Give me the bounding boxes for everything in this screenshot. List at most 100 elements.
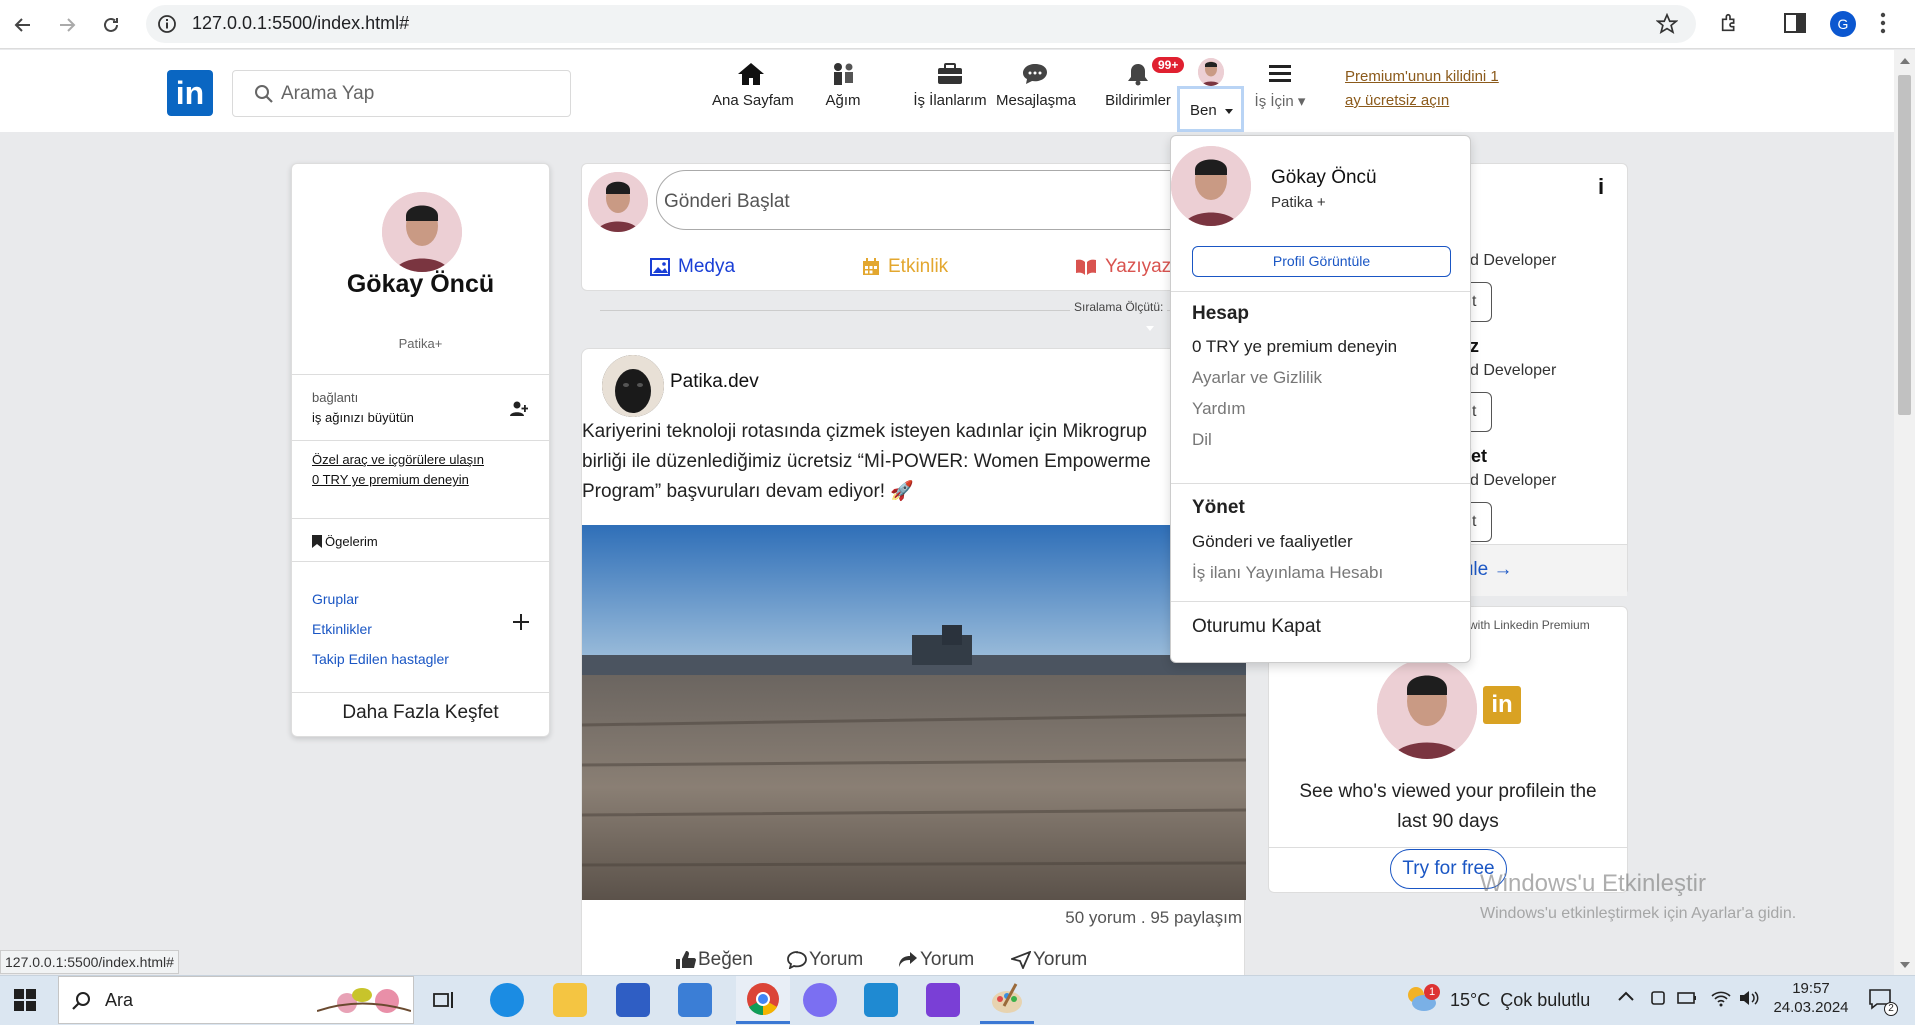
bootstrap-studio-icon[interactable] <box>926 983 960 1017</box>
post-author-name[interactable]: Patika.dev <box>670 371 759 393</box>
nav-jobs[interactable]: İş İlanlarım <box>892 62 1008 109</box>
nav-messaging[interactable]: Mesajlaşma <box>996 62 1076 109</box>
browser-profile-avatar[interactable]: G <box>1830 11 1856 37</box>
paint-icon <box>992 983 1022 1013</box>
clock[interactable]: 19:57 24.03.2024 <box>1771 980 1851 1016</box>
post-author-avatar[interactable] <box>602 355 664 417</box>
profile-name[interactable]: Gökay Öncü <box>292 270 549 299</box>
menu-item-help[interactable]: Yardım <box>1192 399 1246 419</box>
sign-out-button[interactable]: Oturumu Kapat <box>1192 616 1321 638</box>
wifi-icon[interactable] <box>1710 989 1732 1007</box>
weather-text[interactable]: 15°C Çok bulutlu <box>1450 990 1590 1011</box>
post-image[interactable] <box>582 525 1246 900</box>
manage-heading: Yönet <box>1192 497 1245 518</box>
page-scrollbar[interactable] <box>1894 50 1915 975</box>
menu-item-job-posting-account[interactable]: İş ilanı Yayınlama Hesabı <box>1192 563 1383 583</box>
nav-business[interactable]: İş İçin ▾ <box>1250 62 1310 110</box>
microsoft-store-icon[interactable] <box>616 983 650 1017</box>
premium-tools-link[interactable]: Özel araç ve içgörülere ulaşın <box>312 452 484 467</box>
reload-icon[interactable] <box>96 10 126 40</box>
like-button[interactable]: Beğen <box>676 949 753 971</box>
promo-avatar <box>1377 659 1477 759</box>
calendar-icon <box>863 258 879 275</box>
suggestion-role-3: d Developer <box>1470 472 1557 489</box>
plus-icon[interactable] <box>513 614 529 630</box>
back-icon[interactable] <box>8 10 38 40</box>
nav-network-label: Ağım <box>825 92 861 109</box>
vscode-icon[interactable] <box>864 983 898 1017</box>
start-post-placeholder: Gönderi Başlat <box>664 191 790 212</box>
events-link[interactable]: Etkinlikler <box>312 621 372 637</box>
menu-item-premium-trial[interactable]: 0 TRY ye premium deneyin <box>1192 337 1397 357</box>
premium-trial-link[interactable]: Premium'unun kilidini 1 ay ücretsiz açın <box>1345 65 1515 113</box>
url-text: 127.0.0.1:5500/index.html# <box>192 13 410 33</box>
extensions-icon[interactable] <box>1719 12 1741 34</box>
saved-items-link[interactable]: Ögelerim <box>312 534 378 549</box>
bookmark-star-icon[interactable] <box>1656 13 1678 35</box>
sort-by-label[interactable]: Sıralama Ölçütü: <box>1070 300 1168 314</box>
scrollbar-thumb[interactable] <box>1898 75 1911 415</box>
activation-watermark-title: Windows'u Etkinleştir <box>1480 870 1706 897</box>
promo-text: See who's viewed your profilein the last… <box>1269 777 1627 837</box>
task-view-icon[interactable] <box>432 988 456 1012</box>
taskbar-search-placeholder: Ara <box>105 990 134 1010</box>
me-menu-button[interactable]: Ben <box>1177 86 1244 132</box>
site-info-icon[interactable] <box>157 14 177 34</box>
taskbar-search-box[interactable]: Ara <box>58 976 414 1024</box>
nav-network[interactable]: Ağım <box>818 62 868 109</box>
share-button[interactable]: Yorum <box>898 949 974 971</box>
info-icon[interactable]: i <box>1598 174 1604 200</box>
menu-item-language[interactable]: Dil <box>1192 430 1212 450</box>
briefcase-icon <box>938 63 962 84</box>
nav-avatar[interactable] <box>1198 58 1224 86</box>
share-icon <box>899 952 917 967</box>
scroll-down-icon[interactable] <box>1900 962 1910 968</box>
paint-taskbar-button[interactable] <box>980 976 1034 1024</box>
battery-icon[interactable] <box>1676 989 1698 1007</box>
hashtags-link[interactable]: Takip Edilen hastagler <box>312 651 449 667</box>
start-post-input[interactable]: Gönderi Başlat <box>656 170 1256 230</box>
event-button[interactable]: Etkinlik <box>862 256 948 278</box>
copilot-icon[interactable] <box>803 983 837 1017</box>
view-profile-button[interactable]: Profil Görüntüle <box>1192 246 1451 277</box>
suggestion-role-1: d Developer <box>1470 252 1557 269</box>
send-button[interactable]: Yorum <box>1011 949 1087 971</box>
search-placeholder: Arama Yap <box>281 83 375 104</box>
follow-button-3-label: t <box>1472 513 1477 530</box>
discover-more-button[interactable]: Daha Fazla Keşfet <box>292 702 549 724</box>
grow-network-link[interactable]: iş ağınızı büyütün <box>312 410 414 425</box>
composer-avatar <box>588 172 648 232</box>
nav-business-label: İş İçin <box>1254 93 1294 110</box>
menu-item-posts-activity[interactable]: Gönderi ve faaliyetler <box>1192 532 1353 552</box>
volume-icon[interactable] <box>1738 989 1760 1007</box>
side-panel-icon[interactable] <box>1784 13 1806 33</box>
meet-now-icon[interactable] <box>1650 989 1668 1007</box>
article-button[interactable]: Yazıyaz <box>1075 256 1171 278</box>
groups-link[interactable]: Gruplar <box>312 591 359 607</box>
suggestion-name-2[interactable]: z <box>1470 336 1479 357</box>
mail-icon[interactable] <box>678 983 712 1017</box>
chrome-taskbar-button[interactable] <box>736 976 790 1024</box>
post-stats[interactable]: 50 yorum . 95 paylaşım <box>1065 908 1242 928</box>
menu-item-settings-privacy[interactable]: Ayarlar ve Gizlilik <box>1192 368 1322 388</box>
post-text-line3: Program” başvuruları devam ediyor! 🚀 <box>582 481 914 502</box>
scroll-up-icon[interactable] <box>1900 58 1910 64</box>
nav-home[interactable]: Ana Sayfam <box>712 62 794 109</box>
add-person-icon[interactable] <box>510 401 528 417</box>
show-hidden-icons-chevron-icon[interactable] <box>1618 990 1634 1002</box>
edge-browser-icon[interactable] <box>490 983 524 1017</box>
media-label: Medya <box>678 256 736 277</box>
media-button[interactable]: Medya <box>650 256 735 278</box>
promo-text-line2: last 90 days <box>1397 811 1499 832</box>
dropdown-name: Gökay Öncü <box>1271 167 1377 188</box>
forward-icon[interactable] <box>52 10 82 40</box>
browser-menu-icon[interactable] <box>1880 12 1886 34</box>
post-text-line2: birliği ile düzenlediğimiz ücretsiz “Mİ-… <box>582 451 1151 472</box>
windows-start-icon[interactable] <box>14 989 36 1011</box>
profile-avatar[interactable] <box>382 192 462 272</box>
comment-button[interactable]: Yorum <box>787 949 863 971</box>
status-bar-url: 127.0.0.1:5500/index.html# <box>0 950 179 974</box>
linkedin-logo-icon[interactable]: in <box>167 70 213 116</box>
premium-try-link[interactable]: 0 TRY ye premium deneyin <box>312 472 469 487</box>
file-explorer-icon[interactable] <box>553 983 587 1017</box>
